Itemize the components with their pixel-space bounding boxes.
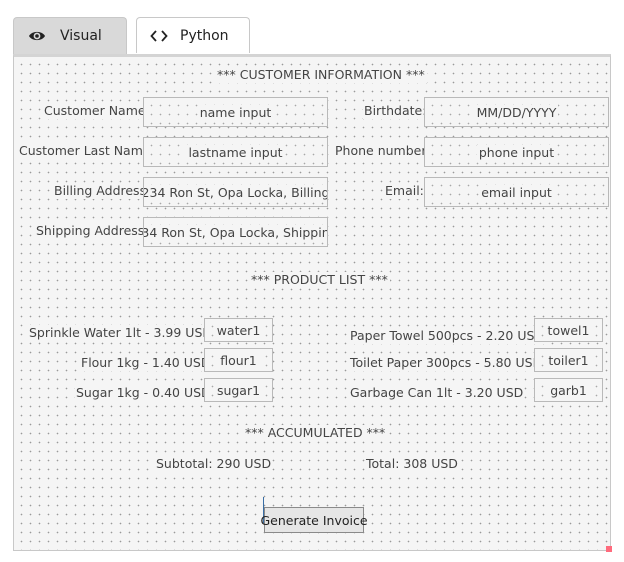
email-input[interactable]: email input [424, 177, 609, 207]
billing-address-label: Billing Address: [53, 183, 152, 199]
shipping-address-input[interactable]: 234 Ron St, Opa Locka, Shipping [143, 217, 328, 247]
tab-python-label: Python [180, 27, 229, 44]
billing-address-input[interactable]: 234 Ron St, Opa Locka, Billing [143, 177, 328, 207]
customer-last-name-input[interactable]: lastname input [143, 137, 328, 167]
sugar-quantity-input[interactable]: sugar1 [204, 378, 273, 402]
tab-python[interactable]: Python [136, 17, 250, 53]
canvas-resize-handle[interactable] [606, 546, 612, 552]
customer-name-input[interactable]: name input [143, 97, 328, 127]
product-label-flour: Flour 1kg - 1.40 USD [80, 355, 212, 371]
total-text: Total: 308 USD [365, 456, 459, 472]
shipping-address-label: Shipping Address: [35, 223, 150, 239]
product-label-garbage-can: Garbage Can 1lt - 3.20 USD [349, 385, 525, 401]
design-canvas[interactable] [13, 54, 611, 551]
water-quantity-input[interactable]: water1 [204, 318, 273, 342]
accumulated-heading: *** ACCUMULATED *** [243, 425, 388, 441]
birthdate-label: Birthdate: [363, 103, 428, 119]
subtotal-text: Subtotal: 290 USD [155, 456, 273, 472]
garbage-can-quantity-input[interactable]: garb1 [534, 378, 603, 402]
product-label-paper-towel: Paper Towel 500pcs - 2.20 USD [349, 328, 546, 344]
eye-icon [29, 31, 45, 41]
editor-tab-bar: Visual Python [13, 17, 613, 54]
customer-info-heading: *** CUSTOMER INFORMATION *** [215, 67, 427, 83]
toilet-paper-quantity-input[interactable]: toiler1 [534, 348, 603, 372]
tab-visual-label: Visual [60, 28, 102, 44]
phone-number-label: Phone number: [334, 143, 432, 159]
product-label-toilet-paper: Toilet Paper 300pcs - 5.80 USD [349, 355, 544, 371]
product-label-water: Sprinkle Water 1lt - 3.99 USD [28, 325, 214, 341]
product-list-heading: *** PRODUCT LIST *** [249, 272, 390, 288]
phone-number-input[interactable]: phone input [424, 137, 609, 167]
tab-visual[interactable]: Visual [13, 17, 127, 54]
generate-invoice-button[interactable]: Generate Invoice [260, 507, 368, 533]
flour-quantity-input[interactable]: flour1 [204, 348, 273, 372]
birthdate-input[interactable]: MM/DD/YYYY [424, 97, 609, 127]
customer-name-label: Customer Name: [43, 103, 151, 119]
customer-last-name-label: Customer Last Name: [18, 143, 156, 159]
code-icon [150, 29, 168, 42]
product-label-sugar: Sugar 1kg - 0.40 USD [75, 385, 212, 401]
towel-quantity-input[interactable]: towel1 [534, 318, 603, 342]
email-label: Email: [384, 183, 425, 199]
